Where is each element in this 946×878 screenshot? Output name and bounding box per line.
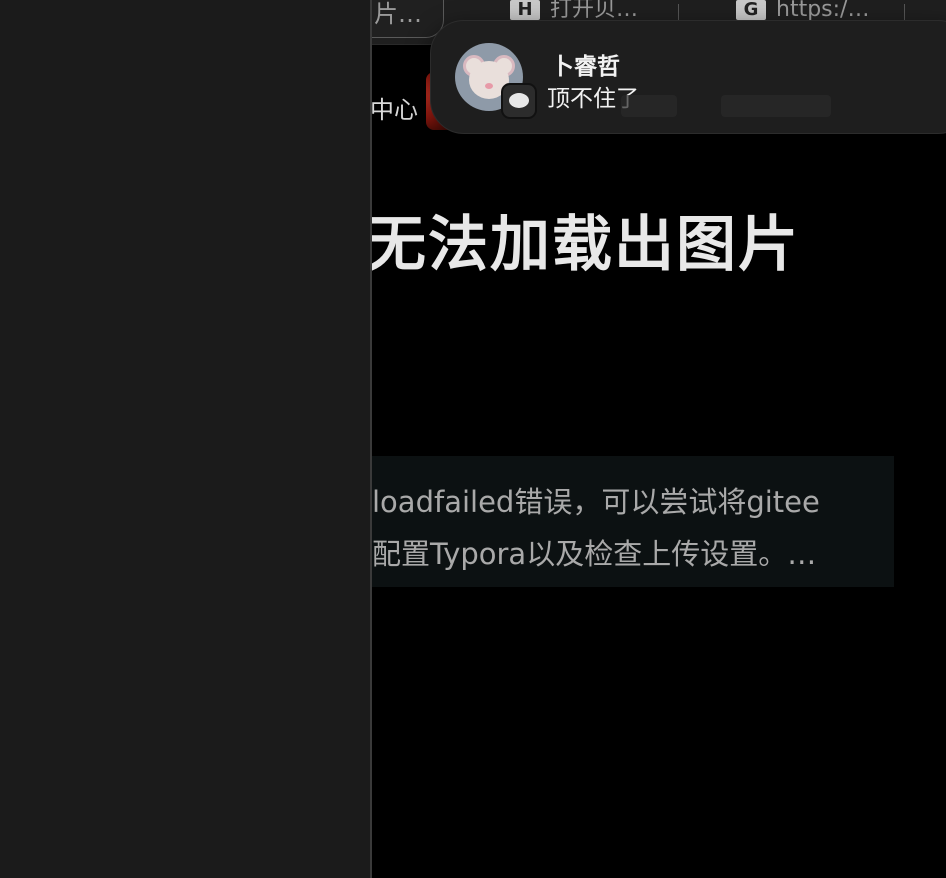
tab-label: 打开贝… xyxy=(550,0,639,22)
tab-label: 片… xyxy=(374,0,422,28)
chat-bubble-icon xyxy=(509,93,529,108)
message-notification[interactable]: 卜睿哲 顶不住了 xyxy=(430,20,946,134)
nav-center-link[interactable]: 中心 xyxy=(372,90,418,125)
tab-label: https:/… xyxy=(776,0,870,22)
summary-line: 配置Typora以及检查上传设置。… xyxy=(372,537,817,571)
notification-sender: 卜睿哲 xyxy=(551,54,620,80)
article-summary[interactable]: loadfailed错误，可以尝试将gitee 配置Typora以及检查上传设置… xyxy=(372,456,894,587)
tab-active[interactable]: 片… xyxy=(372,0,444,38)
blurred-background xyxy=(721,95,831,117)
mouse-nose xyxy=(485,83,493,89)
summary-line: loadfailed错误，可以尝试将gitee xyxy=(372,485,820,519)
messages-icon xyxy=(501,83,537,119)
blurred-background xyxy=(621,95,677,117)
left-panel xyxy=(0,0,372,878)
tab-favicon: G xyxy=(736,0,766,20)
tab-favicon: H xyxy=(510,0,540,20)
article-title: 无法加载出图片 xyxy=(372,210,800,280)
